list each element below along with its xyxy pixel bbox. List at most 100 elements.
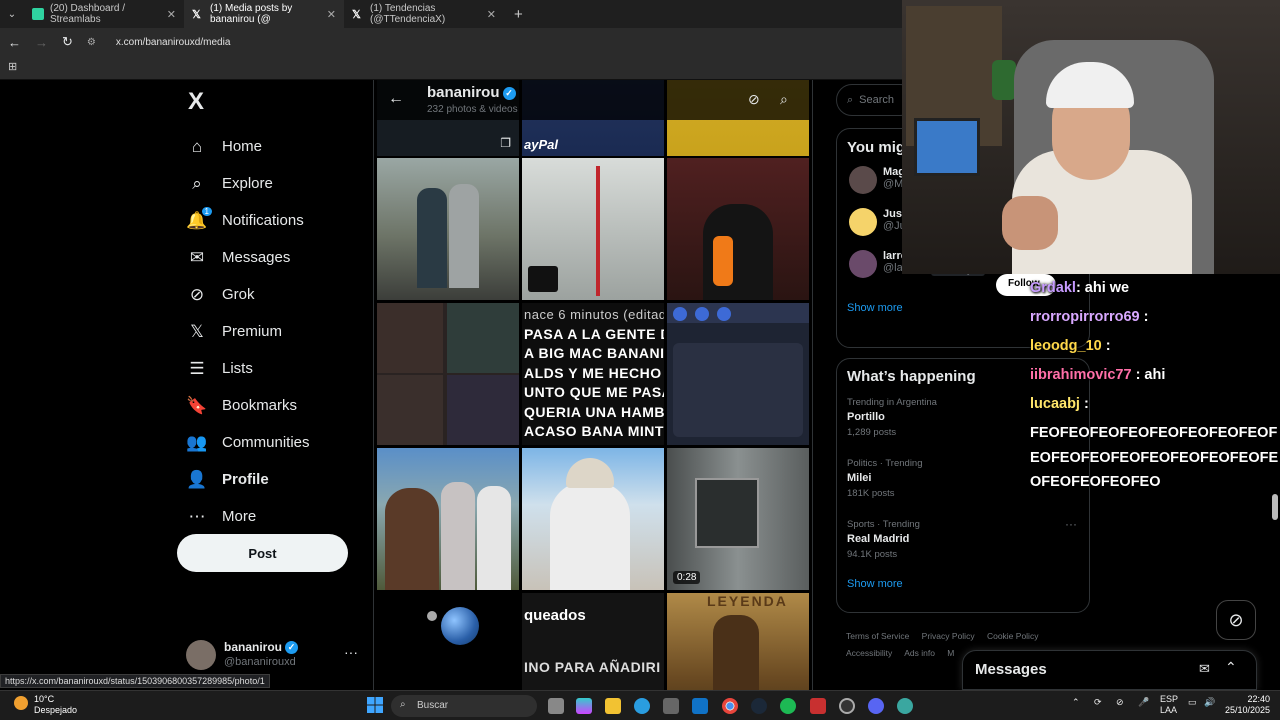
tab-media-posts[interactable]: 𝕏 (1) Media posts by bananirou (@ ✕ (184, 0, 344, 28)
outlook-icon[interactable] (692, 698, 708, 714)
reload-icon[interactable]: ↻ (62, 34, 73, 50)
store-icon[interactable] (663, 698, 679, 714)
windows-start-icon[interactable] (367, 697, 383, 713)
more-circle-icon: ⋯ (188, 506, 206, 526)
nav-item-more[interactable]: ⋯ More (180, 498, 370, 535)
weather-temp: 10°C (34, 694, 55, 704)
steam-icon[interactable] (751, 698, 767, 714)
trend-topic: Real Madrid (847, 533, 910, 545)
list-icon: ☰ (189, 358, 205, 378)
speaker-icon[interactable]: 🔊 (1204, 697, 1215, 708)
media-thumbnail[interactable] (522, 158, 664, 300)
meme-text: nace 6 minutos (editado PASA A LA GENTE D… (524, 305, 664, 442)
messages-drawer[interactable]: Messages ✉ ⌃ (962, 650, 1257, 690)
forward-arrow-icon[interactable]: → (35, 35, 48, 50)
account-switcher[interactable]: bananirou ✓ @bananirouxd ··· (186, 640, 366, 676)
moon-photo (427, 611, 437, 621)
tab-list-chevron-icon[interactable]: ⌄ (0, 9, 24, 20)
sync-icon[interactable]: ⟳ (1094, 697, 1102, 708)
footer-link[interactable]: Privacy Policy (922, 631, 975, 641)
chrome-icon[interactable] (722, 698, 738, 714)
media-thumbnail[interactable]: LEYENDA (667, 593, 809, 690)
footer-link[interactable]: Ads info (904, 648, 935, 658)
chat-username[interactable]: lucaabj (1030, 396, 1080, 412)
site-info-icon[interactable]: ⚙ (87, 37, 96, 48)
close-tab-icon[interactable]: ✕ (167, 8, 176, 21)
media-thumbnail[interactable] (377, 448, 519, 590)
volume-icon (695, 307, 709, 321)
post-button[interactable]: Post (177, 534, 348, 572)
more-dots-icon[interactable]: ··· (1065, 517, 1077, 531)
trend-post-count: 94.1K posts (847, 549, 898, 560)
file-explorer-icon[interactable] (605, 698, 621, 714)
nav-item-notifications[interactable]: 🔔 1 Notifications (180, 202, 370, 239)
edge-icon[interactable] (634, 698, 650, 714)
nav-item-messages[interactable]: ✉ Messages (180, 239, 370, 276)
scrollbar-thumb[interactable] (1272, 494, 1278, 520)
chat-username[interactable]: Grdakl (1030, 280, 1076, 296)
new-tab-button[interactable]: + (514, 6, 523, 23)
media-thumbnail[interactable] (377, 158, 519, 300)
grok-icon[interactable]: ⊘ (748, 91, 760, 108)
cap-photo (566, 458, 614, 488)
nav-item-communities[interactable]: 👥 Communities (180, 424, 370, 461)
more-dots-icon[interactable]: ··· (344, 644, 358, 660)
chat-username[interactable]: iibrahimovic77 (1030, 367, 1132, 383)
chat-username[interactable]: leoodg_10 (1030, 338, 1102, 354)
nav-item-explore[interactable]: ⌕ Explore (180, 165, 370, 202)
media-thumbnail[interactable]: queados INO PARA AÑADIRI (522, 593, 664, 690)
discord-icon[interactable] (868, 698, 884, 714)
tab-tendencias[interactable]: 𝕏 (1) Tendencias (@TTendenciaX) ✕ (344, 0, 504, 28)
chevron-up-icon[interactable]: ⌃ (1072, 697, 1080, 708)
footer-link[interactable]: Terms of Service (846, 631, 909, 641)
nav-item-premium[interactable]: 𝕏 Premium (180, 313, 370, 350)
app-icon[interactable] (897, 698, 913, 714)
media-thumbnail[interactable] (377, 303, 519, 445)
nav-item-profile[interactable]: 👤 Profile (180, 461, 370, 498)
show-more-link[interactable]: Show more (837, 574, 1089, 602)
account-handle: @bananirouxd (224, 656, 296, 668)
footer-link[interactable]: Cookie Policy (987, 631, 1039, 641)
tab-streamlabs[interactable]: (20) Dashboard / Streamlabs ✕ (24, 0, 184, 28)
grok-floating-button[interactable]: ⊘ (1216, 600, 1256, 640)
apps-grid-icon[interactable]: ⊞ (8, 60, 17, 73)
microphone-icon[interactable]: 🎤 (1138, 697, 1149, 708)
system-clock[interactable]: 22:40 25/10/2025 (1220, 694, 1270, 716)
media-thumbnail[interactable] (667, 303, 809, 445)
back-arrow-icon[interactable]: ← (8, 35, 21, 50)
display-icon[interactable]: ▭ (1188, 697, 1197, 708)
media-thumbnail[interactable] (667, 158, 809, 300)
trend-item[interactable]: Sports · Trending Real Madrid 94.1K posts ·… (837, 513, 1089, 574)
chevron-up-icon[interactable]: ⌃ (1225, 659, 1237, 676)
footer-link[interactable]: Accessibility (846, 648, 892, 658)
taskbar-search[interactable]: ⌕ Buscar (391, 695, 537, 717)
obs-icon[interactable] (839, 698, 855, 714)
media-thumbnail[interactable]: nace 6 minutos (editado PASA A LA GENTE D… (522, 303, 664, 445)
nav-item-lists[interactable]: ☰ Lists (180, 350, 370, 387)
weather-widget[interactable]: 10°C Despejado (14, 694, 77, 716)
meme-text-line: A BIG MAC BANANIRO (524, 345, 664, 361)
chat-username[interactable]: rrorropirrorro69 (1030, 309, 1140, 325)
app-icon[interactable] (810, 698, 826, 714)
close-tab-icon[interactable]: ✕ (487, 8, 496, 21)
media-thumbnail[interactable] (522, 448, 664, 590)
copilot-icon[interactable] (576, 698, 592, 714)
media-thumbnail[interactable] (377, 593, 519, 690)
paypal-text: ayPal (524, 137, 558, 152)
footer-link[interactable]: M (947, 648, 954, 658)
nav-item-home[interactable]: ⌂ Home (180, 128, 370, 165)
back-arrow-icon[interactable]: ← (388, 90, 404, 108)
close-tab-icon[interactable]: ✕ (327, 8, 336, 21)
x-logo-icon[interactable]: X (188, 88, 370, 116)
search-icon[interactable]: ⌕ (780, 91, 788, 108)
task-view-icon[interactable] (548, 698, 564, 714)
media-thumbnail[interactable]: 0:28 (667, 448, 809, 590)
network-off-icon[interactable]: ⊘ (1116, 697, 1124, 708)
nav-item-bookmarks[interactable]: 🔖 Bookmarks (180, 387, 370, 424)
url-field[interactable]: x.com/bananirouxd/media (116, 37, 231, 48)
input-language[interactable]: ESP LAA (1160, 694, 1178, 716)
spotify-icon[interactable] (780, 698, 796, 714)
x-premium-icon: 𝕏 (190, 321, 204, 341)
nav-item-grok[interactable]: ⊘ Grok (180, 276, 370, 313)
new-message-icon[interactable]: ✉ (1199, 661, 1210, 677)
